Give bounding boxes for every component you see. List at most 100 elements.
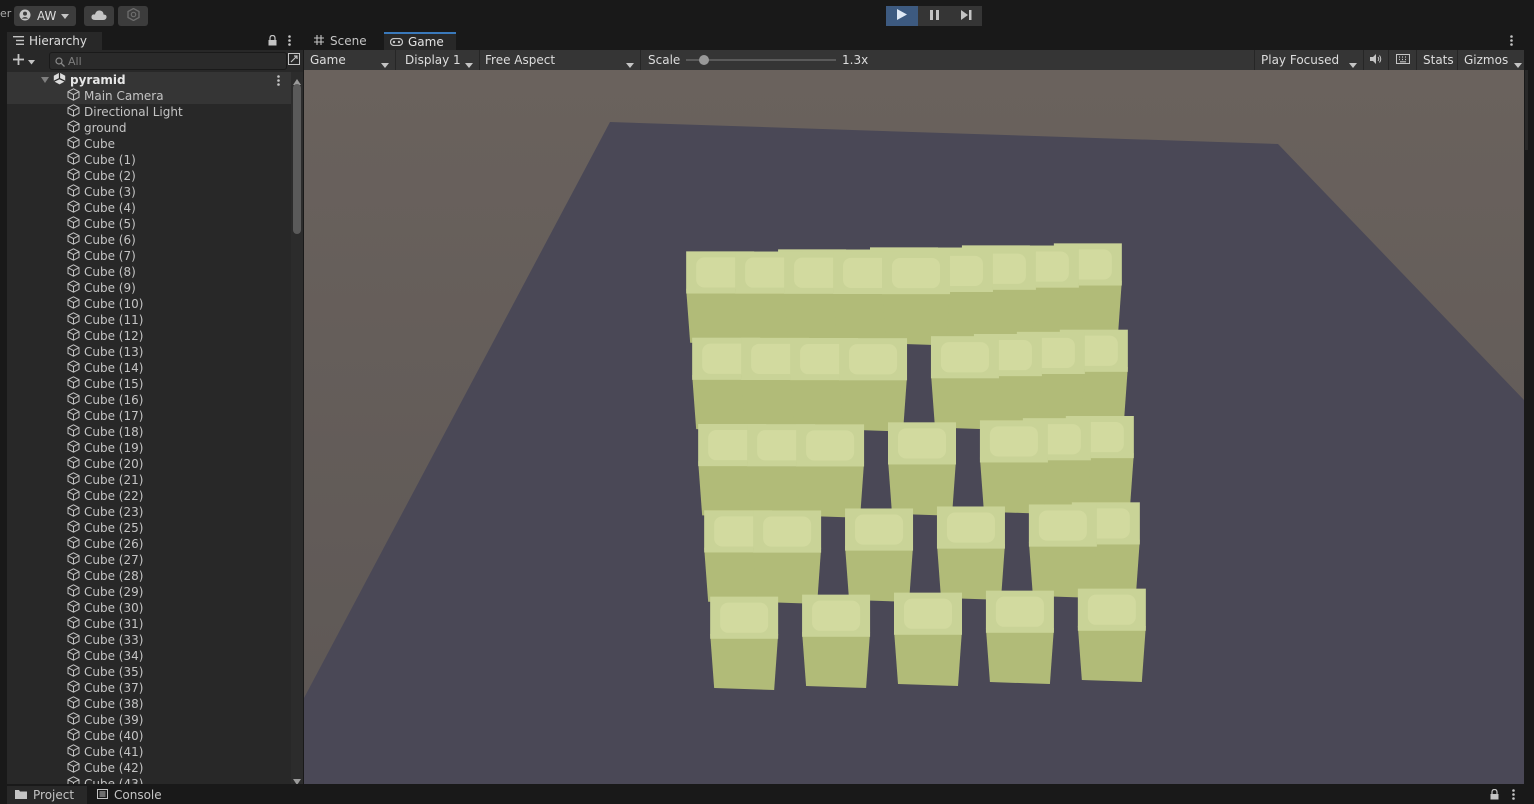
hierarchy-item-label: Cube (6) [84,233,136,247]
scale-slider[interactable] [686,55,836,65]
hierarchy-item[interactable]: Cube (34) [7,648,291,664]
hierarchy-item[interactable]: Cube (27) [7,552,291,568]
mute-audio-button[interactable] [1364,50,1389,70]
hierarchy-item[interactable]: Cube (30) [7,600,291,616]
hierarchy-item-label: Cube (11) [84,313,144,327]
folder-icon [15,788,27,802]
gizmos-dropdown[interactable]: Gizmos [1458,50,1524,70]
hierarchy-item[interactable]: Cube (26) [7,536,291,552]
hierarchy-item[interactable]: ground [7,120,291,136]
pause-button[interactable] [918,6,950,26]
cube-block [979,420,1048,514]
step-button[interactable] [950,6,982,26]
hierarchy-item[interactable]: Directional Light [7,104,291,120]
cloud-button[interactable] [84,6,114,26]
hierarchy-item[interactable]: Cube (16) [7,392,291,408]
hierarchy-item[interactable]: Cube (43) [7,776,291,784]
hierarchy-item-label: Cube (37) [84,681,144,695]
play-mode-label: Play Focused [1261,53,1340,67]
tree-root-pyramid[interactable]: pyramid [7,72,291,88]
hierarchy-item[interactable]: Cube (18) [7,424,291,440]
game-viewport[interactable] [304,70,1524,784]
collab-button[interactable] [118,6,148,26]
hierarchy-item[interactable]: Cube (17) [7,408,291,424]
hierarchy-item[interactable]: Cube (5) [7,216,291,232]
hierarchy-item[interactable]: Cube (25) [7,520,291,536]
hierarchy-item-label: Cube (16) [84,393,144,407]
expand-arrow-icon[interactable] [41,73,49,87]
tab-scene[interactable]: Scene [308,32,384,50]
hierarchy-item[interactable]: Cube (22) [7,488,291,504]
scene-visibility-icon[interactable] [288,53,300,68]
create-dropdown[interactable] [13,53,39,69]
hierarchy-item[interactable]: Cube (2) [7,168,291,184]
hierarchy-item[interactable]: Cube (41) [7,744,291,760]
hierarchy-item-label: Cube (40) [84,729,144,743]
hierarchy-item[interactable]: Cube [7,136,291,152]
aspect-dropdown[interactable]: Free Aspect [479,50,641,70]
hierarchy-item[interactable]: Cube (33) [7,632,291,648]
hierarchy-item[interactable]: Cube (3) [7,184,291,200]
stats-button[interactable]: Stats [1417,50,1458,70]
hierarchy-item[interactable]: Cube (9) [7,280,291,296]
lock-icon[interactable] [1490,788,1499,803]
shortcuts-button[interactable] [1390,50,1417,70]
gameobject-cube-icon [67,488,80,504]
scrollbar-thumb[interactable] [293,84,301,234]
hierarchy-item[interactable]: Cube (12) [7,328,291,344]
hierarchy-item[interactable]: Cube (15) [7,376,291,392]
hierarchy-item[interactable]: Cube (11) [7,312,291,328]
more-options-icon[interactable] [277,75,280,89]
hierarchy-item-label: Cube (4) [84,201,136,215]
hierarchy-item[interactable]: Cube (21) [7,472,291,488]
gameobject-cube-icon [67,376,80,392]
more-options-icon[interactable] [1512,789,1515,803]
cube-block [710,596,779,691]
game-mode-dropdown[interactable]: Game [304,50,396,70]
play-mode-dropdown[interactable]: Play Focused [1254,50,1364,70]
hierarchy-item[interactable]: Cube (8) [7,264,291,280]
more-options-icon[interactable] [288,35,291,49]
hierarchy-item[interactable]: Cube (7) [7,248,291,264]
hierarchy-item[interactable]: Cube (13) [7,344,291,360]
hierarchy-item[interactable]: Cube (23) [7,504,291,520]
tab-console[interactable]: Console [92,786,172,804]
hierarchy-tab-bar: Hierarchy [7,32,303,50]
display-dropdown[interactable]: Display 1 [399,50,480,70]
tab-game[interactable]: Game [384,32,456,50]
hierarchy-item[interactable]: Cube (4) [7,200,291,216]
hierarchy-item[interactable]: Cube (6) [7,232,291,248]
hierarchy-scrollbar[interactable] [291,72,303,785]
gameobject-cube-icon [67,328,80,344]
display-label: Display 1 [405,53,461,67]
hierarchy-item[interactable]: Cube (28) [7,568,291,584]
hierarchy-item[interactable]: Cube (29) [7,584,291,600]
game-panel: Scene Game Game Display 1 Free Aspect Sc… [304,32,1524,784]
lock-icon[interactable] [268,34,277,49]
hierarchy-item-label: Cube (8) [84,265,136,279]
hierarchy-item[interactable]: Cube (20) [7,456,291,472]
search-input[interactable] [68,53,278,69]
hierarchy-item[interactable]: Cube (42) [7,760,291,776]
hierarchy-item[interactable]: Cube (39) [7,712,291,728]
hierarchy-item[interactable]: Main Camera [7,88,291,104]
hierarchy-item[interactable]: Cube (38) [7,696,291,712]
hierarchy-item[interactable]: Cube (37) [7,680,291,696]
hierarchy-item[interactable]: Cube (35) [7,664,291,680]
hierarchy-item[interactable]: Cube (14) [7,360,291,376]
hierarchy-item[interactable]: Cube (19) [7,440,291,456]
hierarchy-item[interactable]: Cube (31) [7,616,291,632]
more-options-icon[interactable] [1510,35,1513,49]
tab-game-label: Game [408,35,444,49]
play-button[interactable] [886,6,918,26]
tab-hierarchy[interactable]: Hierarchy [7,32,102,50]
hierarchy-item[interactable]: Cube (1) [7,152,291,168]
scale-slider-knob[interactable] [699,55,709,65]
hierarchy-item[interactable]: Cube (40) [7,728,291,744]
account-dropdown[interactable]: AW [14,6,76,26]
tab-console-label: Console [114,788,162,802]
gameobject-cube-icon [67,296,80,312]
gameobject-cube-icon [67,264,80,280]
hierarchy-item[interactable]: Cube (10) [7,296,291,312]
tab-project[interactable]: Project [7,786,87,804]
